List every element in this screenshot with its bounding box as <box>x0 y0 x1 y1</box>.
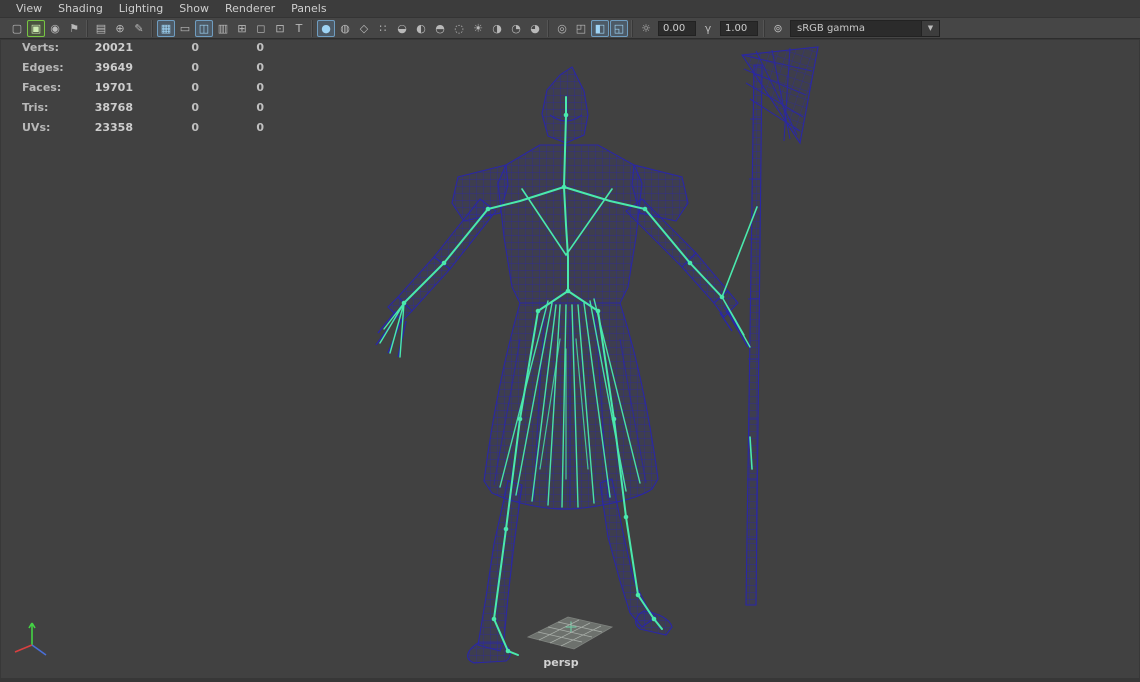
single-pane-icon[interactable]: ◰ <box>572 20 590 37</box>
right-foot-mesh <box>635 610 673 636</box>
staff-wireframe[interactable] <box>741 46 819 606</box>
toolbar-group-tools: ▤ ⊕ ✎ <box>87 19 152 37</box>
hud-extra-2: 0 <box>256 41 264 54</box>
motion-blur-icon[interactable]: ◕ <box>526 20 544 37</box>
menu-view[interactable]: View <box>8 1 50 16</box>
menu-lighting[interactable]: Lighting <box>111 1 171 16</box>
bookmark-icon[interactable]: ⚑ <box>65 20 83 37</box>
occlusion-icon[interactable]: ◔ <box>507 20 525 37</box>
ground-plane[interactable] <box>526 616 614 650</box>
hud-extra-1: 0 <box>191 61 199 74</box>
character-wireframe[interactable] <box>375 66 749 664</box>
axis-gizmo <box>14 622 47 656</box>
viewport-panel[interactable]: Verts: 20021 0 0 Edges: 39649 0 0 Faces:… <box>0 39 1140 682</box>
frame-text-icon[interactable]: T <box>290 20 308 37</box>
grid-icon[interactable]: ▦ <box>157 19 175 37</box>
lights-icon[interactable]: ☀ <box>469 20 487 37</box>
colorspace-dropdown[interactable]: sRGB gamma ▼ <box>790 19 940 37</box>
toolbar-group-layout: ◎ ◰ ◧ ◱ <box>548 19 632 37</box>
toolbar-group-camera: ▢ ▣ ◉ ⚑ <box>4 19 87 37</box>
hud-value: 19701 <box>94 81 133 94</box>
pencil-icon[interactable]: ✎ <box>130 20 148 37</box>
hud-extra-2: 0 <box>256 101 264 114</box>
color-management-icon[interactable]: ⊚ <box>769 20 787 37</box>
image-plane-icon[interactable]: ▤ <box>92 20 110 37</box>
film-gate-icon[interactable]: ▭ <box>176 20 194 37</box>
chevron-down-icon[interactable]: ▼ <box>921 20 939 36</box>
right-leg-mesh <box>599 478 657 628</box>
shadows-icon[interactable]: ◑ <box>488 20 506 37</box>
toolbar-group-colorspace: ⊚ sRGB gamma ▼ <box>764 19 944 37</box>
hud-value: 39649 <box>94 61 133 74</box>
hud-label: Verts: <box>22 41 60 54</box>
axis-y <box>28 622 36 645</box>
panel-toolbar: ▢ ▣ ◉ ⚑ ▤ ⊕ ✎ ▦ ▭ ◫ ▥ ⊞ ◻ ⊡ T ● ◍ ◇ ∷ ◒ ◐ ◓ ◌ ☀ ◑ ◔ ◕ ◎ ◰ ◧ ◱ ☼ 0.… <box>0 18 1140 39</box>
use-default-material-icon[interactable]: ◓ <box>431 20 449 37</box>
toolbar-group-shading: ● ◍ ◇ ∷ ◒ ◐ ◓ ◌ ☀ ◑ ◔ ◕ <box>312 19 548 37</box>
axis-x <box>14 644 33 653</box>
menu-renderer[interactable]: Renderer <box>217 1 283 16</box>
safe-title-icon[interactable]: ⊡ <box>271 20 289 37</box>
smooth-shade-icon[interactable]: ● <box>317 19 335 37</box>
hud-extra-2: 0 <box>256 121 264 134</box>
toolbar-group-exposure: ☼ 0.00 γ 1.00 <box>632 19 764 37</box>
camera-attributes-icon[interactable]: ◉ <box>46 20 64 37</box>
hud-extra-1: 0 <box>191 101 199 114</box>
toolbar-group-gates: ▦ ▭ ◫ ▥ ⊞ ◻ ⊡ T <box>152 19 312 37</box>
hud-extra-1: 0 <box>191 41 199 54</box>
camera-label: persp <box>543 656 579 669</box>
split-pane-icon[interactable]: ◧ <box>591 19 609 37</box>
menu-panels[interactable]: Panels <box>283 1 334 16</box>
hud-label: Edges: <box>22 61 64 74</box>
hud-extra-2: 0 <box>256 61 264 74</box>
grab-view-icon[interactable]: ▣ <box>27 19 45 37</box>
colorspace-value: sRGB gamma <box>797 22 866 34</box>
hud-label: Faces: <box>22 81 62 94</box>
hud-label: Tris: <box>22 101 49 114</box>
quad-pane-icon[interactable]: ◱ <box>610 19 628 37</box>
exposure-icon[interactable]: ☼ <box>637 20 655 37</box>
viewport-canvas[interactable] <box>0 39 1140 682</box>
field-chart-icon[interactable]: ⊞ <box>233 20 251 37</box>
panel-menubar: View Shading Lighting Show Renderer Panels <box>0 0 1140 18</box>
textured-icon[interactable]: ◐ <box>412 20 430 37</box>
gamma-icon[interactable]: γ <box>699 20 717 37</box>
wireframe-on-shaded-icon[interactable]: ◒ <box>393 20 411 37</box>
hud-value: 20021 <box>94 41 133 54</box>
isolate-select-icon[interactable]: ◎ <box>553 20 571 37</box>
exposure-field[interactable]: 0.00 <box>658 20 696 36</box>
gamma-field[interactable]: 1.00 <box>720 20 758 36</box>
staff-shaft <box>745 64 763 606</box>
2d-pan-zoom-icon[interactable]: ⊕ <box>111 20 129 37</box>
gate-mask-icon[interactable]: ▥ <box>214 20 232 37</box>
hud-stats: Verts: 20021 0 0 Edges: 39649 0 0 Faces:… <box>22 41 264 134</box>
menu-shading[interactable]: Shading <box>50 1 111 16</box>
safe-action-icon[interactable]: ◻ <box>252 20 270 37</box>
select-camera-icon[interactable]: ▢ <box>8 20 26 37</box>
hud-value: 23358 <box>94 121 133 134</box>
hud-extra-1: 0 <box>191 81 199 94</box>
torso-mesh <box>497 144 643 304</box>
xray-icon[interactable]: ◌ <box>450 20 468 37</box>
left-leg-mesh <box>477 480 523 652</box>
resolution-gate-icon[interactable]: ◫ <box>195 19 213 37</box>
hud-value: 38768 <box>94 101 133 114</box>
hud-label: UVs: <box>22 121 51 134</box>
points-icon[interactable]: ∷ <box>374 20 392 37</box>
menu-show[interactable]: Show <box>171 1 217 16</box>
axis-z <box>31 644 47 656</box>
flat-shade-icon[interactable]: ◍ <box>336 20 354 37</box>
hud-extra-1: 0 <box>191 121 199 134</box>
hud-extra-2: 0 <box>256 81 264 94</box>
bounding-box-icon[interactable]: ◇ <box>355 20 373 37</box>
